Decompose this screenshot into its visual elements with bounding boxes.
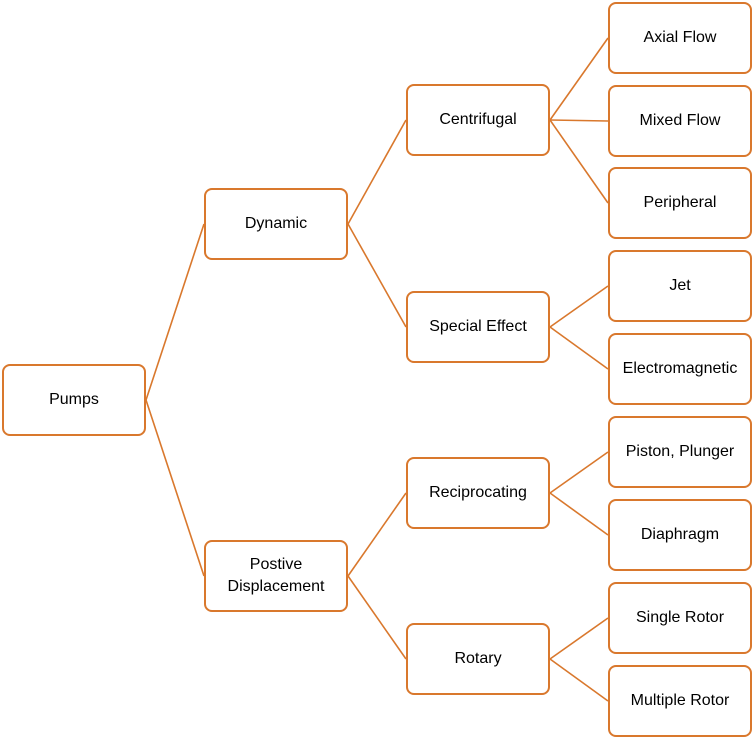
connector-rotary-multiple [549,658,609,702]
node-label: Axial Flow [643,29,717,46]
connector-positive-reciprocating [347,492,407,577]
node-peripheral: Peripheral [608,167,752,239]
node-label: Piston, Plunger [625,443,735,460]
node-label: Single Rotor [635,609,725,626]
node-jet: Jet [608,250,752,322]
node-multiple: Multiple Rotor [608,665,752,737]
node-centrifugal: Centrifugal [406,84,550,156]
node-label: Electromagnetic [622,360,738,377]
connector-pumps-positive [145,399,205,577]
node-label: Jet [669,277,691,294]
node-rotary: Rotary [406,623,550,695]
connector-rotary-single [549,617,609,660]
node-special: Special Effect [406,291,550,363]
connector-reciprocating-diaphragm [549,492,609,536]
node-label: Postive Displacement [227,556,325,595]
node-label: Peripheral [643,194,717,211]
connector-centrifugal-axial [549,37,609,121]
node-label: Pumps [49,391,99,408]
connector-dynamic-special [347,223,407,328]
node-label: Rotary [454,650,502,667]
connector-positive-rotary [347,575,407,660]
node-single: Single Rotor [608,582,752,654]
connector-special-electromagnetic [549,326,609,370]
connector-dynamic-centrifugal [347,119,407,225]
node-electromagnetic: Electromagnetic [608,333,752,405]
node-dynamic: Dynamic [204,188,348,260]
connector-reciprocating-piston [549,451,609,494]
connector-centrifugal-peripheral [549,119,609,204]
node-label: Dynamic [244,215,308,232]
node-label: Diaphragm [640,526,720,543]
node-label: Reciprocating [429,484,527,501]
node-label: Mixed Flow [639,112,721,129]
node-diaphragm: Diaphragm [608,499,752,571]
node-piston: Piston, Plunger [608,416,752,488]
node-mixed: Mixed Flow [608,85,752,157]
connector-centrifugal-mixed [549,119,609,122]
connector-special-jet [549,285,609,328]
node-label: Special Effect [429,318,527,335]
pump-classification-diagram: Pumps Dynamic Postive Displacement Centrifu… [0,0,756,741]
node-positive: Postive Displacement [204,540,348,612]
node-label: Centrifugal [439,111,517,128]
node-axial: Axial Flow [608,2,752,74]
node-reciprocating: Reciprocating [406,457,550,529]
node-label: Multiple Rotor [630,692,730,709]
connector-pumps-dynamic [145,223,205,401]
node-pumps: Pumps [2,364,146,436]
